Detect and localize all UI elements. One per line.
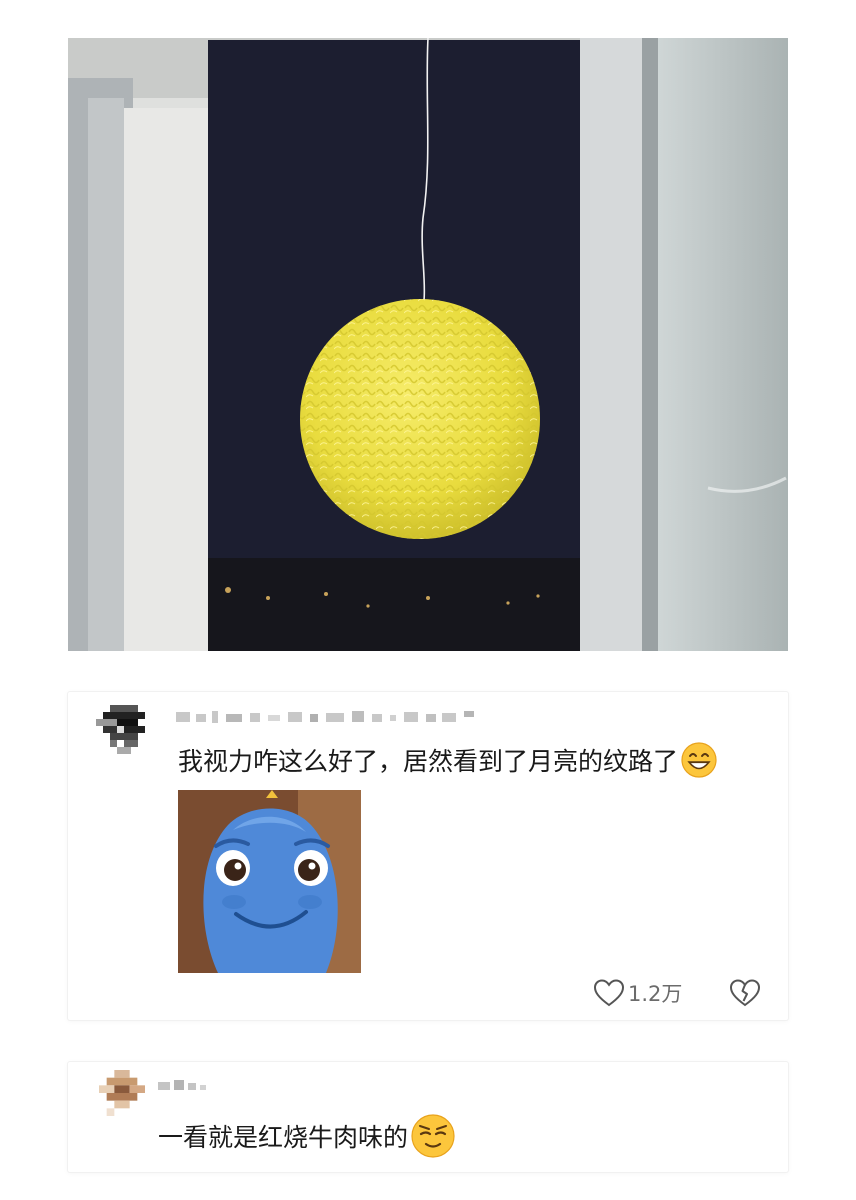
smirking-face-icon xyxy=(411,1114,455,1158)
user-avatar[interactable] xyxy=(96,705,152,761)
noodle-moon-photo xyxy=(68,38,788,651)
comment-actions: 1.2万 xyxy=(594,976,761,1010)
username-blurred[interactable] xyxy=(176,708,496,726)
blue-character-sticker[interactable] xyxy=(178,790,361,973)
comment-body: 一看就是红烧牛肉味的 xyxy=(158,1123,409,1152)
comment-text: 一看就是红烧牛肉味的 xyxy=(158,1114,456,1158)
comment-text: 我视力咋这么好了，居然看到了月亮的纹路了 xyxy=(178,740,718,780)
username-blurred[interactable] xyxy=(158,1076,218,1094)
broken-heart-icon[interactable] xyxy=(730,979,761,1007)
heart-outline-icon[interactable] xyxy=(594,979,624,1007)
comment-card: 一看就是红烧牛肉味的 xyxy=(68,1062,788,1172)
comment-body: 我视力咋这么好了，居然看到了月亮的纹路了 xyxy=(178,747,679,776)
post-photo[interactable] xyxy=(68,38,788,651)
grinning-face-icon xyxy=(681,742,717,778)
user-avatar[interactable] xyxy=(98,1070,146,1116)
like-count: 1.2万 xyxy=(628,982,683,1006)
comment-card: 我视力咋这么好了，居然看到了月亮的纹路了 1.2万 xyxy=(68,692,788,1020)
